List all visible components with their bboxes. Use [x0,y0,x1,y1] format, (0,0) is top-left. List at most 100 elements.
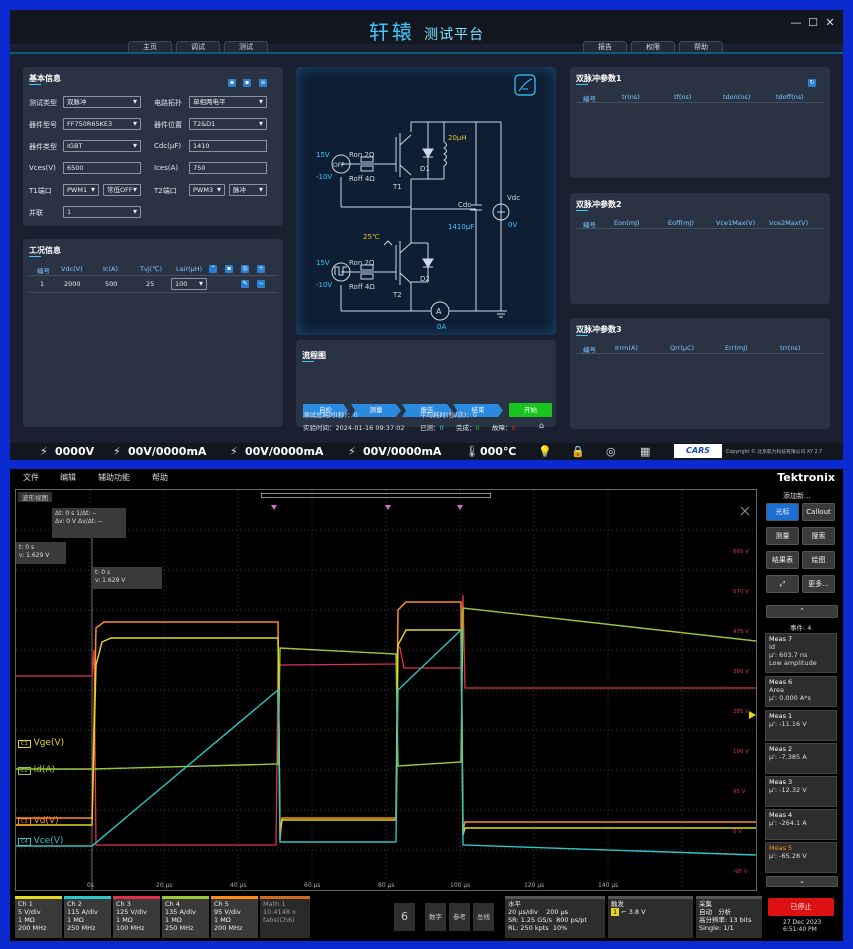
meas-6-card[interactable]: Meas 6 Area μ': 0.000 A*s [765,676,837,707]
digital-button[interactable]: 数字 [425,903,446,931]
t1-mode-select[interactable]: 常低OFF [103,184,141,196]
vces-input[interactable]: 6500 [63,162,141,174]
cursor-readout-b[interactable]: t: 0 s v: 1.629 V [92,567,162,589]
channel-3-box[interactable]: Ch 3 125 V/div 1 MΩ 100 MHz [113,896,160,938]
double-pulse-params-3-panel: 双脉冲参数3 编号 Irrm(A) Qrr(μC) Err(mJ) trr(ns… [570,318,830,429]
title-underline [576,84,588,85]
horizontal-title: 水平 [508,900,521,908]
y-tick: 665 V [733,549,749,555]
tab-debug[interactable]: 调试 [176,41,220,52]
channel-1-box[interactable]: Ch 15 V/div 1 MΩ 200 MHz [15,896,62,938]
avg-time-label: 平均耗时(秒/次)： [420,411,473,419]
chevron-down-icon[interactable]: ⌄ [766,876,838,887]
lock-icon[interactable]: 🔒 [571,445,585,458]
lair-select[interactable]: 100 [171,278,207,290]
menu-file[interactable]: 文件 [23,472,39,483]
meas-2-card[interactable]: Meas 2 μ': -7.385 A [765,743,837,774]
title-underline [302,361,314,362]
zoom-icon[interactable]: ⤢ [766,575,799,593]
tab-report[interactable]: 报告 [583,41,627,52]
chevron-up-icon[interactable]: ⌃ [766,605,838,618]
test-type-select[interactable]: 双脉冲 [63,96,141,108]
t2-mode-select[interactable]: 脉冲 [229,184,267,196]
status-voltage: 0000V [55,445,95,458]
badge-icon[interactable]: ◎ [606,445,616,458]
minimize-button[interactable]: — [789,16,803,29]
trigger-level: 3.8 V [628,908,646,916]
bus-button[interactable]: 总线 [473,903,494,931]
reference-button[interactable]: 参考 [449,903,470,931]
waveform-view[interactable]: 波形视图 0s 20 μs 40 μs 60 μs 80 μs 100 μs 1… [15,489,757,891]
callout-button[interactable]: Callout [802,503,835,521]
maximize-button[interactable]: ☐ [806,16,820,29]
cursor-button[interactable]: 光标 [766,503,799,521]
meas-3-card[interactable]: Meas 3 μ': -12.32 V [765,776,837,807]
row-divider [576,353,824,354]
ch-impedance: 1 MΩ [18,916,35,924]
measure-button[interactable]: 测量 [766,527,799,545]
ices-label: Ices(A) [154,164,179,172]
ch-label-vd[interactable]: C3 Vd(V) [18,816,59,826]
tab-home[interactable]: 主页 [128,41,172,52]
circuit-diagram: 15V OFF -10V Ron 2Ω Roff 4Ω T1 D1 20μH C… [316,74,536,331]
cdc-input[interactable]: 1410 [189,140,267,152]
fail-count: 故障：0 [492,422,516,432]
settings-icon[interactable]: ◎ [241,265,249,273]
search-button[interactable]: 搜索 [802,527,835,545]
meas-1-card[interactable]: Meas 1 μ': -11.16 V [765,710,837,741]
acquisition-box[interactable]: 采集 自动 分析 高分辨率: 13 bits Single: 1/1 [696,896,762,938]
device-position-select[interactable]: T2&D1 [189,118,267,130]
list-icon[interactable]: ≡ [259,79,267,87]
title-main: 轩辕 [368,20,415,44]
add-channel-button[interactable]: 6 [394,903,415,931]
bolt-icon: ⚡ [348,445,356,458]
math-1-box[interactable]: Math 1 10.4148 x fabs(Ch6) [260,896,310,938]
parallel-select[interactable]: 1 [63,206,141,218]
calculator-icon[interactable]: ▦ [640,445,650,458]
ch-label-id[interactable]: C2 Id(A) [18,765,55,775]
t1-port-select[interactable]: PWM1 [63,184,99,196]
horizontal-box[interactable]: 水平 20 μs/div 200 μs SR: 1.25 GS/s 800 ps… [505,896,605,938]
cursor-readout-a[interactable]: t: 0 s v: 1.629 V [16,542,66,564]
meas-title: Meas 7 [769,635,793,643]
menu-edit[interactable]: 编辑 [60,472,76,483]
delete-icon[interactable]: ▪ [225,265,233,273]
device-type-select[interactable]: IGBT [63,140,141,152]
meas-7-card[interactable]: Meas 7 Id μ': 603.7 ns Low amplitude [765,633,837,673]
channel-5-box[interactable]: Ch 5 95 V/div 1 MΩ 200 MHz [211,896,258,938]
menu-accessibility[interactable]: 辅助功能 [98,472,130,483]
plot-button[interactable]: 绘图 [802,551,835,569]
save-icon[interactable]: ▪ [228,79,236,87]
bulb-icon[interactable]: 💡 [538,445,552,458]
device-model-select[interactable]: FF750R65KE3 [63,118,141,130]
remove-icon[interactable]: − [257,280,265,288]
ch-label-vge[interactable]: C1 Vge(V) [18,738,64,748]
start-button[interactable]: 开始 [509,403,552,417]
tab-permission[interactable]: 权限 [631,41,675,52]
more-button[interactable]: 更多... [802,575,835,593]
meas-4-card[interactable]: Meas 4 μ': -264.1 A [765,809,837,840]
result-table-button[interactable]: 结果表 [766,551,799,569]
flow-step-measure[interactable]: 测量 [351,404,401,417]
refresh-icon[interactable]: ↻ [808,79,816,87]
export-icon[interactable]: ▪ [243,79,251,87]
move-up-icon[interactable]: ⌃ [209,265,217,273]
tab-help[interactable]: 帮助 [679,41,723,52]
ices-input[interactable]: 750 [189,162,267,174]
run-stop-button[interactable]: 已停止 [768,898,834,916]
add-icon[interactable]: + [257,265,265,273]
edit-icon[interactable]: ✎ [241,280,249,288]
ch-label-vce[interactable]: C4 Vce(V) [18,836,63,846]
channel-2-box[interactable]: Ch 2 115 A/div 1 MΩ 250 MHz [64,896,111,938]
meas-5-card[interactable]: Meas 5 μ': -65.28 V [765,842,837,873]
channel-4-box[interactable]: Ch 4 135 A/div 1 MΩ 250 MHz [162,896,209,938]
basket-icon[interactable]: ⌂ [539,421,544,430]
t2-port-select[interactable]: PWM3 [189,184,225,196]
cursor-readout-delta[interactable]: Δt: 0 s 1/Δt: -- Δv: 0 V Δv/Δt: -- [52,508,126,538]
tab-test[interactable]: 测试 [224,41,268,52]
menu-help[interactable]: 帮助 [152,472,168,483]
trigger-box[interactable]: 触发 1 ⌐ 3.8 V [608,896,693,938]
close-button[interactable]: ✕ [823,16,837,29]
ch-label-vd-text: Vd(V) [33,816,59,826]
topology-select[interactable]: 单相两电平 [189,96,267,108]
